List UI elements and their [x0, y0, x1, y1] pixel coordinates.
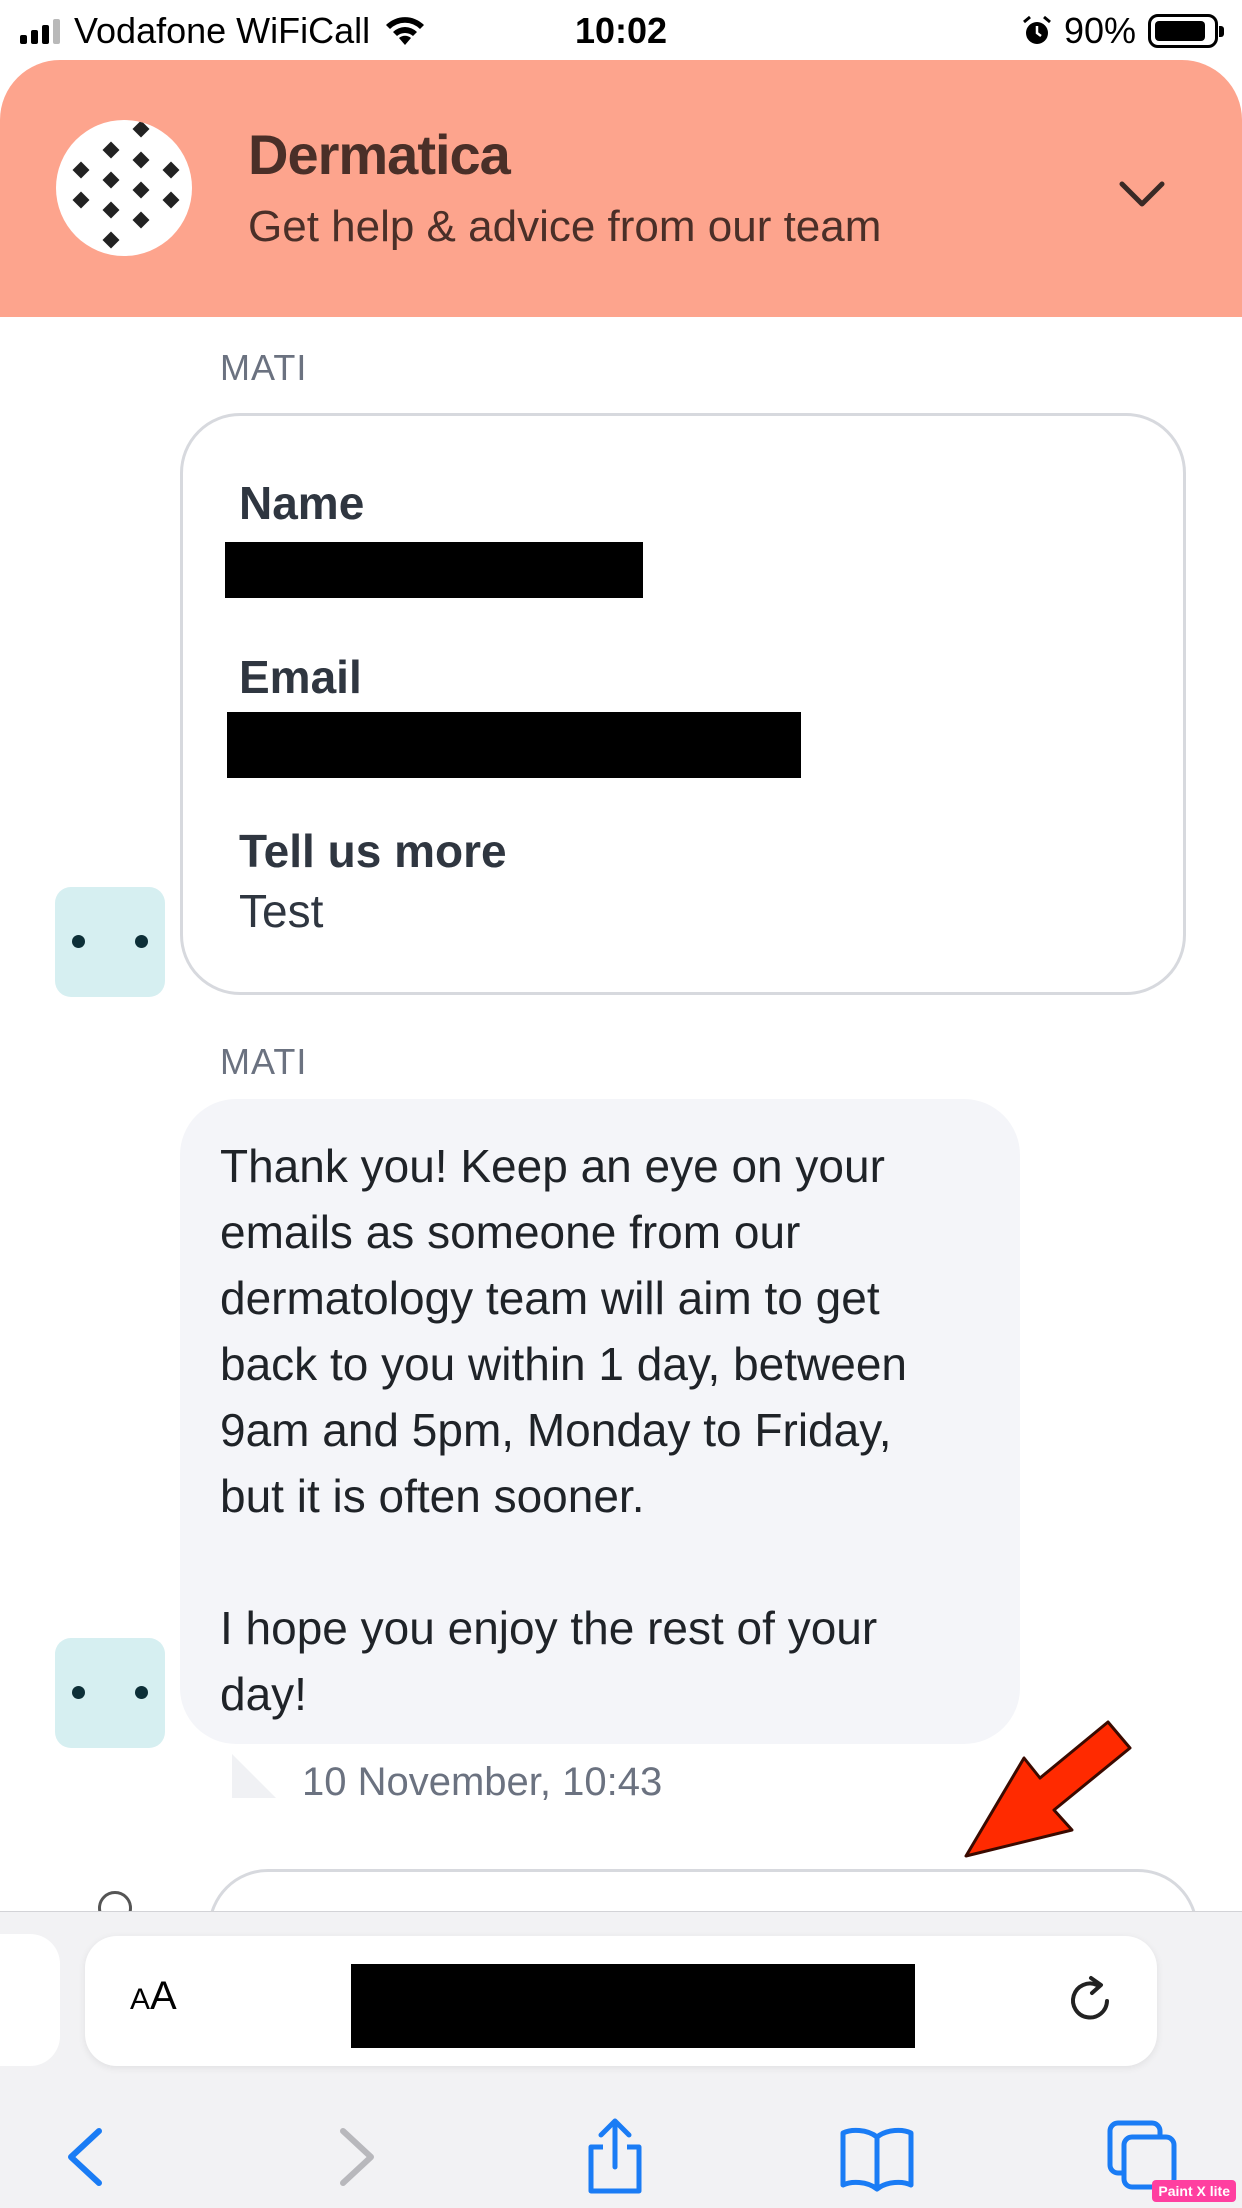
redacted-url: [351, 1964, 915, 2048]
redacted-name: [225, 542, 643, 598]
share-icon[interactable]: [575, 2117, 655, 2197]
address-bar[interactable]: AA: [85, 1936, 1157, 2066]
bot-avatar: [55, 1638, 165, 1748]
sender-label: MATI: [220, 1041, 308, 1082]
header-tagline: Get help & advice from our team: [248, 202, 882, 251]
chat-header: Dermatica Get help & advice from our tea…: [0, 60, 1242, 317]
watermark-badge: Paint X lite: [1152, 2180, 1236, 2202]
reload-icon[interactable]: [1063, 1974, 1117, 2028]
message-line: 9am and 5pm, Monday to Friday,: [220, 1404, 892, 1456]
message-line: [220, 1529, 980, 1595]
message-bubble: Thank you! Keep an eye on your emails as…: [180, 1099, 1020, 1744]
browser-toolbar: AA Paint X lite: [0, 1911, 1242, 2208]
back-icon[interactable]: [47, 2117, 127, 2197]
redacted-email: [227, 712, 801, 778]
bot-avatar: [55, 887, 165, 997]
status-bar: Vodafone WiFiCall 10:02 90%: [0, 0, 1242, 62]
message-line: emails as someone from our: [220, 1206, 801, 1258]
sender-label: MATI: [220, 347, 308, 388]
brand-name: Dermatica: [248, 123, 511, 186]
message-timestamp: 10 November, 10:43: [302, 1760, 663, 1804]
field-label-message: Tell us more: [239, 825, 507, 877]
battery-icon: [1148, 14, 1224, 48]
message-line: dermatology team will aim to get: [220, 1272, 880, 1324]
alarm-icon: [1022, 15, 1051, 44]
battery-percentage: 90%: [1063, 10, 1136, 51]
message-line: day!: [220, 1668, 307, 1720]
previous-tab-preview[interactable]: [0, 1934, 60, 2066]
form-summary-card: Name Email Tell us more Test: [180, 413, 1186, 995]
chevron-down-icon[interactable]: [1112, 164, 1172, 224]
message-input[interactable]: [208, 1869, 1198, 1911]
message-line: I hope you enjoy the rest of your: [220, 1602, 878, 1654]
field-value-message: Test: [239, 885, 324, 937]
annotation-arrow: [964, 1720, 1132, 1858]
chat-transcript[interactable]: MATI Name Email Tell us more Test MATI T…: [0, 317, 1242, 1911]
forward-icon[interactable]: [315, 2117, 395, 2197]
field-label-email: Email: [239, 651, 362, 703]
message-line: Thank you! Keep an eye on your: [220, 1140, 885, 1192]
attachment-icon[interactable]: [98, 1891, 132, 1911]
bubble-tail: [232, 1754, 276, 1798]
brand-logo: [56, 120, 192, 256]
message-line: but it is often sooner.: [220, 1470, 645, 1522]
field-label-name: Name: [239, 477, 365, 529]
message-line: back to you within 1 day, between: [220, 1338, 908, 1390]
text-size-button[interactable]: AA: [130, 1974, 177, 2019]
bookmarks-icon[interactable]: [837, 2117, 917, 2197]
